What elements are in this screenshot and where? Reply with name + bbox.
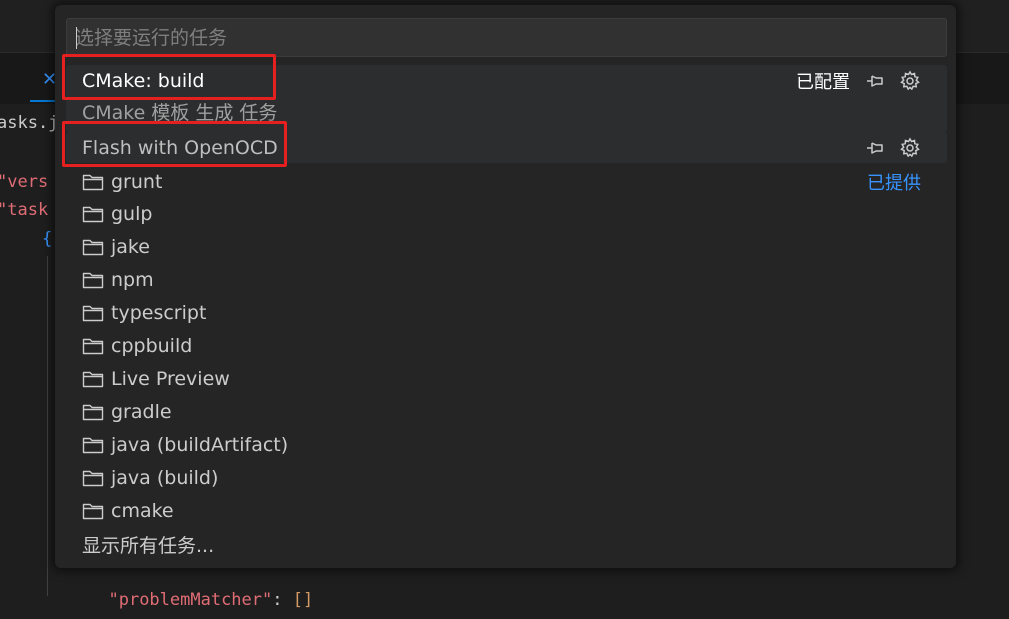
task-provider-item[interactable]: gradle [82,395,172,428]
task-provider-item[interactable]: cppbuild [82,330,192,363]
task-provider-item[interactable]: npm [82,264,154,297]
task-label: CMake: build [82,69,205,92]
task-label: Flash with OpenOCD [82,136,278,159]
colon: : [272,590,283,610]
task-provider-label: grunt [111,170,163,193]
task-provider-label: Live Preview [111,367,230,390]
folder-icon [82,304,104,322]
problem-matcher-line: "problemMatcher": [] [88,570,313,610]
task-provider-label: npm [111,269,154,292]
folder-icon [82,403,104,421]
pin-icon[interactable] [864,70,886,92]
folder-icon [82,205,104,223]
task-quick-pick: CMake: build 已配置 CMake 模板 生成 任务 Flash wi… [55,5,956,568]
folder-icon [82,238,104,256]
folder-icon [82,502,104,520]
folder-icon [82,173,104,191]
task-provider-label: gradle [111,400,172,423]
task-provider-label: typescript [111,302,207,325]
provided-label: 已提供 [867,173,921,194]
task-item-flash-openocd[interactable]: Flash with OpenOCD [66,131,947,164]
folder-icon [82,436,104,454]
task-provider-label: jake [111,236,150,259]
pin-icon[interactable] [864,137,886,159]
task-provider-label: cmake [111,499,174,522]
show-all-tasks[interactable]: 显示所有任务... [82,531,214,558]
task-provider-item[interactable]: gulp [82,198,152,231]
task-search-input[interactable] [67,19,946,56]
task-provider-label: gulp [111,203,153,226]
brace-open: { [42,229,53,249]
gear-icon[interactable] [899,70,921,92]
version-key: "vers [0,172,49,192]
task-provider-label: cppbuild [111,335,193,357]
task-provider-item[interactable]: cmake [82,494,174,527]
configured-label: 已配置 [796,71,850,93]
tasks-key: "task [0,200,49,220]
folder-icon [82,271,104,289]
task-provider-item[interactable]: java (build) [82,461,218,494]
task-provider-item[interactable]: jake [82,231,150,264]
folder-icon [82,370,104,388]
folder-icon [82,469,104,487]
folder-icon [82,337,104,355]
gear-icon[interactable] [899,137,921,159]
task-provider-item[interactable]: java (buildArtifact) [82,428,288,461]
task-provider-item[interactable]: typescript [82,297,206,330]
task-provider-item[interactable]: Live Preview [82,362,230,395]
task-detail: CMake 模板 生成 任务 [82,102,278,124]
problem-matcher-value: [] [292,590,314,610]
task-provider-label: java (build) [111,466,219,489]
problem-matcher-key: "problemMatcher" [108,590,273,610]
task-item-cmake-build-detail: CMake 模板 生成 任务 [66,95,947,128]
task-search-box[interactable] [66,18,947,57]
task-item-cmake-build[interactable]: CMake: build 已配置 [66,64,947,97]
task-provider-item[interactable]: grunt [82,165,162,198]
brace-close-line: }, [42,599,83,619]
task-provider-label: java (buildArtifact) [111,433,289,456]
indent-guide [47,256,48,596]
text-caret [76,27,77,49]
